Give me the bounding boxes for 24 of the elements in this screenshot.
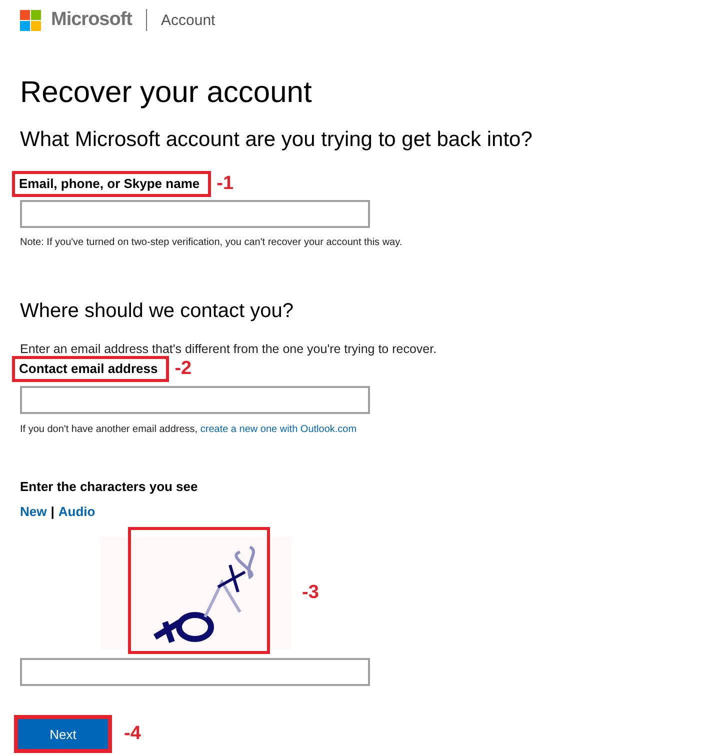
section-heading: What Microsoft account are you trying to get back into?	[20, 127, 534, 153]
field-label: Contact email address	[19, 361, 158, 376]
input-field[interactable]	[20, 658, 370, 686]
brand-name: Microsoft	[51, 9, 132, 31]
microsoft-logo-icon	[20, 10, 41, 30]
captcha-label: Enter the characters you see	[20, 479, 199, 494]
new-link[interactable]: New	[20, 504, 47, 519]
helper-text: If you don't have another email address, create a new one with Outlook.com	[20, 424, 358, 435]
field-label: Email, phone, or Skype name	[19, 176, 200, 191]
link-separator: |	[50, 504, 54, 519]
annotation-number: -1	[216, 173, 234, 195]
note-text: Note: If you've turned on two-step verification, you can't recover your account this way.	[20, 237, 404, 248]
next-button[interactable]: Next	[18, 719, 108, 749]
section-heading: Where should we contact you?	[20, 299, 294, 324]
intro-text: Enter an email address that's different from the one you're trying to recover.	[20, 342, 438, 356]
section-title: Account	[161, 12, 216, 28]
input-field[interactable]	[20, 386, 370, 414]
annotation-number: -2	[174, 358, 192, 380]
page-title: Recover your account	[20, 75, 313, 111]
annotation-number: -3	[302, 582, 319, 604]
outlook-link[interactable]: create a new one with Outlook.com	[200, 424, 357, 435]
input-field[interactable]	[20, 200, 370, 228]
audio-link[interactable]: Audio	[58, 504, 96, 519]
annotation-number: -4	[124, 723, 141, 745]
